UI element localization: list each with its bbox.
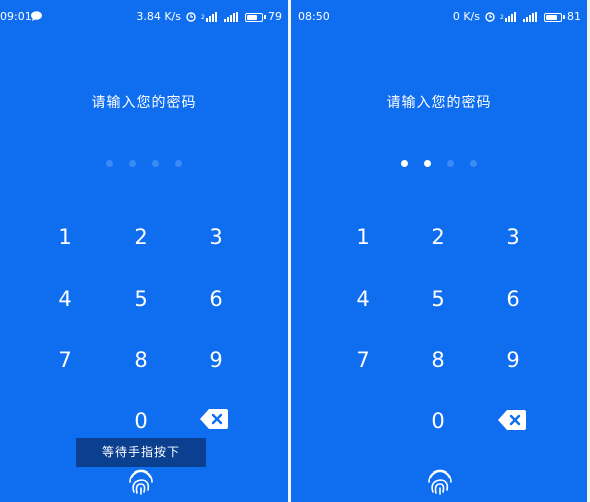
password-prompt: 请输入您的密码 <box>386 95 492 111</box>
alarm-clock-icon <box>485 12 495 22</box>
pin-dot <box>470 160 477 167</box>
status-time: 09:01 <box>0 10 32 23</box>
pin-dot <box>175 160 182 167</box>
chat-bubble-icon <box>31 11 42 21</box>
battery-percent: 81 <box>567 10 581 23</box>
keypad-key-6[interactable]: 6 <box>188 279 244 319</box>
backspace-icon[interactable] <box>199 407 229 431</box>
pin-dot <box>106 160 113 167</box>
pin-dot <box>401 160 408 167</box>
keypad-key-8[interactable]: 8 <box>410 340 466 380</box>
keypad-key-8[interactable]: 8 <box>113 340 169 380</box>
alarm-clock-icon <box>186 12 196 22</box>
signal-bars-icon <box>224 12 238 22</box>
battery-icon <box>245 12 263 22</box>
network-speed: 0 K/s <box>452 10 480 23</box>
pin-dots <box>0 160 288 167</box>
fingerprint-icon[interactable] <box>425 465 455 495</box>
keypad-key-7[interactable]: 7 <box>335 340 391 380</box>
keypad-key-6[interactable]: 6 <box>485 279 541 319</box>
pin-dot <box>129 160 136 167</box>
keypad-key-4[interactable]: 4 <box>37 279 93 319</box>
status-bar: 09:01 3.84 K/s 2 79 <box>0 8 288 26</box>
toast-message: 等待手指按下 <box>76 438 206 467</box>
keypad-key-9[interactable]: 9 <box>485 340 541 380</box>
pin-dot <box>424 160 431 167</box>
fingerprint-icon[interactable] <box>126 465 156 495</box>
keypad-key-2[interactable]: 2 <box>113 217 169 257</box>
keypad-key-7[interactable]: 7 <box>37 340 93 380</box>
status-bar: 08:50 0 K/s 2 81 <box>291 8 587 26</box>
keypad-key-1[interactable]: 1 <box>335 217 391 257</box>
left-phone-screen: 09:01 3.84 K/s 2 79 请输入您的密码 等待手指按下 1 2 3… <box>0 0 288 502</box>
keypad-key-2[interactable]: 2 <box>410 217 466 257</box>
battery-icon <box>544 12 562 22</box>
keypad-key-4[interactable]: 4 <box>335 279 391 319</box>
backspace-icon[interactable] <box>497 408 527 432</box>
keypad-key-5[interactable]: 5 <box>410 279 466 319</box>
signal-bars-icon: 2 <box>201 12 217 22</box>
status-indicators: 0 K/s 2 81 <box>453 8 581 26</box>
pin-dots <box>291 160 587 167</box>
battery-indicator: 79 <box>245 8 282 26</box>
battery-indicator: 81 <box>544 8 581 26</box>
network-speed: 3.84 K/s <box>136 10 181 23</box>
pin-dot <box>152 160 159 167</box>
svg-text:2: 2 <box>500 14 504 21</box>
keypad-key-1[interactable]: 1 <box>37 217 93 257</box>
signal-bars-icon: 2 <box>500 12 516 22</box>
keypad-key-9[interactable]: 9 <box>188 340 244 380</box>
status-indicators: 3.84 K/s 2 79 <box>136 8 282 26</box>
keypad-key-3[interactable]: 3 <box>188 217 244 257</box>
battery-percent: 79 <box>268 10 282 23</box>
pin-dot <box>447 160 454 167</box>
status-time: 08:50 <box>298 10 330 23</box>
password-prompt: 请输入您的密码 <box>91 95 197 111</box>
keypad-key-3[interactable]: 3 <box>485 217 541 257</box>
keypad-key-5[interactable]: 5 <box>113 279 169 319</box>
keypad-key-0[interactable]: 0 <box>113 401 169 441</box>
right-phone-screen: 08:50 0 K/s 2 81 请输入您的密码 1 2 3 4 5 6 7 8… <box>291 0 587 502</box>
signal-bars-icon <box>523 12 537 22</box>
keypad-key-0[interactable]: 0 <box>410 401 466 441</box>
svg-text:2: 2 <box>201 14 205 21</box>
